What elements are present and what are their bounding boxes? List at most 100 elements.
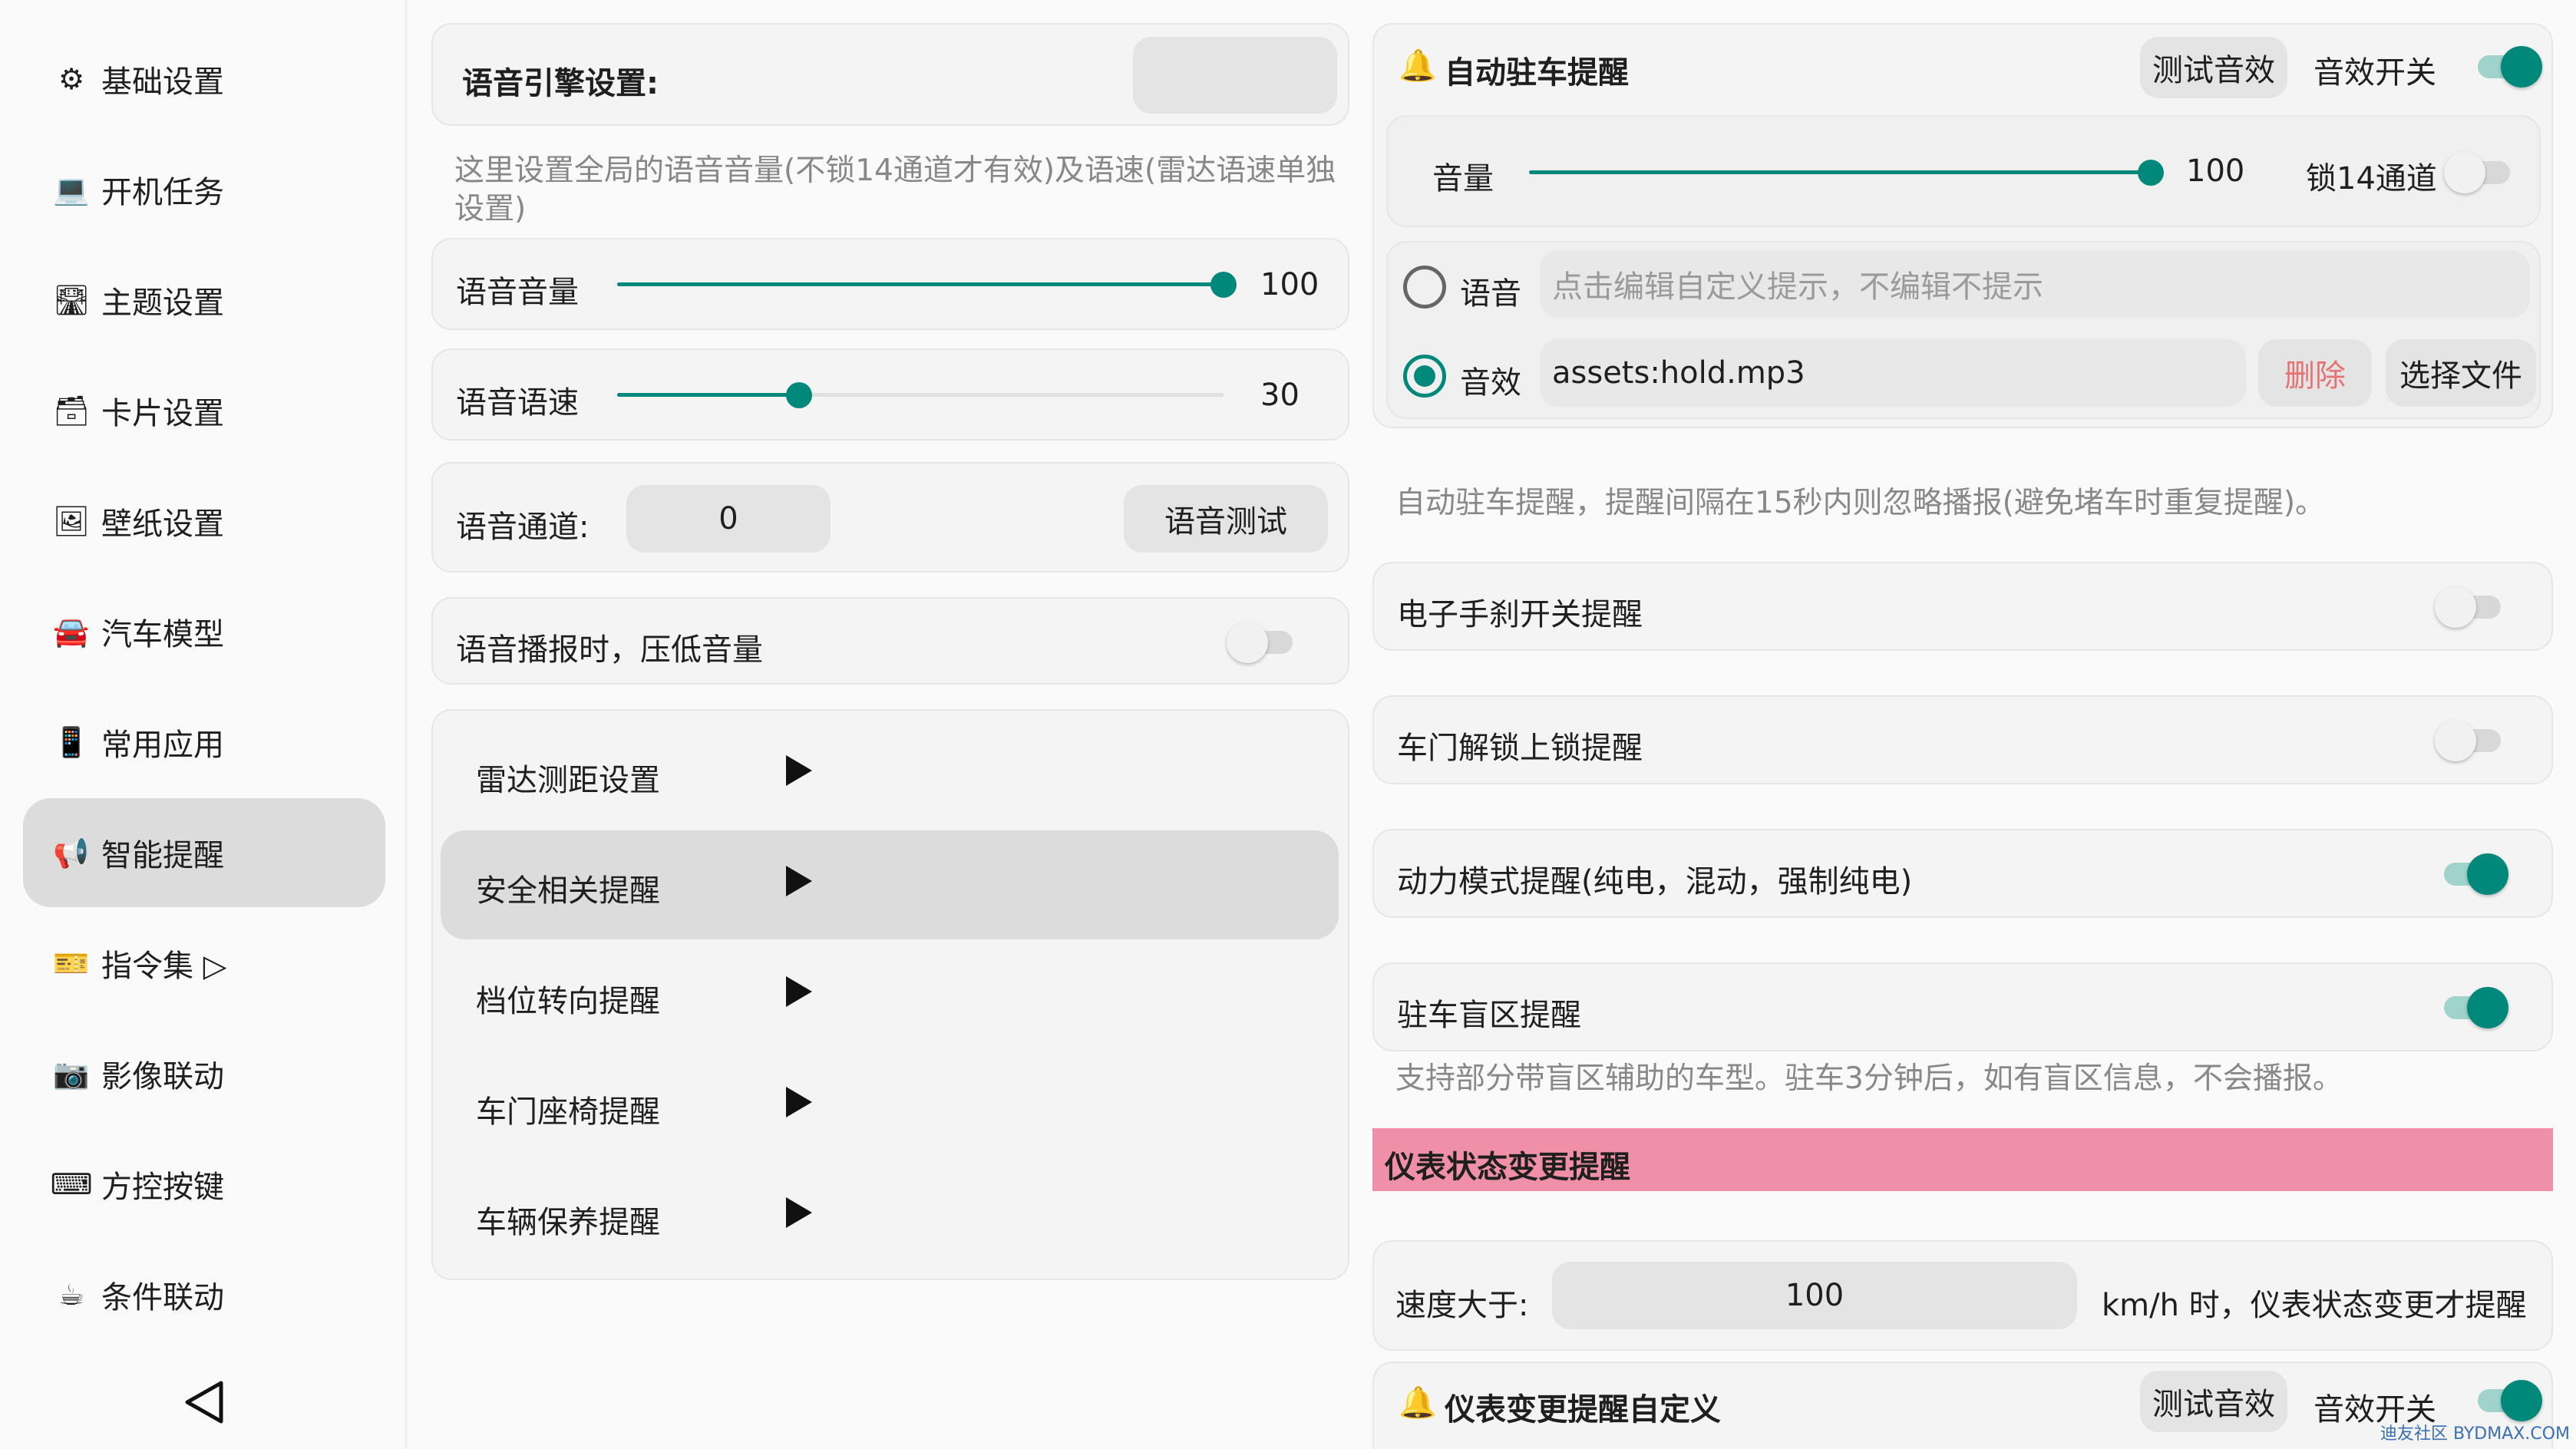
voice-volume-slider-thumb[interactable] (1210, 272, 1237, 298)
sidebar-item-conditions[interactable]: ☕ 条件联动 (23, 1240, 385, 1349)
dashboard-speed-label: 速度大于: (1395, 1288, 1529, 1323)
voice-volume-label: 语音音量 (456, 275, 579, 310)
play-arrow-icon (786, 755, 812, 786)
voice-channel-input[interactable]: 0 (626, 485, 831, 553)
ticket-icon: 🎫 (53, 946, 90, 980)
option-row: 驻车盲区提醒 (1372, 962, 2553, 1051)
voice-channel-card: 语音通道: 0 语音测试 (431, 462, 1349, 573)
dashboard-speed-suffix: km/h 时，仪表状态变更才提醒 (2102, 1288, 2527, 1323)
menu-item-label: 档位转向提醒 (476, 984, 660, 1019)
sound-file-field[interactable]: assets:hold.mp3 (1540, 339, 2246, 407)
voice-engine-card: 语音引擎设置: (431, 23, 1349, 126)
sidebar-item-label: 汽车模型 (101, 617, 224, 652)
epb-reminder-toggle[interactable] (2435, 583, 2508, 629)
voice-engine-label: 语音引擎设置: (462, 66, 659, 101)
play-arrow-icon (786, 1087, 812, 1117)
voice-duck-card: 语音播报时，压低音量 (431, 597, 1349, 685)
car-icon: 🚘 (53, 614, 90, 649)
watermark: 迪友社区 BYDMAX.COM (2379, 1424, 2570, 1444)
voice-radio[interactable] (1403, 266, 1446, 309)
voice-prompt-input[interactable]: 点击编辑自定义提示，不编辑不提示 (1540, 250, 2530, 318)
dashboard-section-title: 仪表状态变更提醒 (1385, 1150, 1630, 1185)
choose-file-button[interactable]: 选择文件 (2386, 339, 2536, 407)
dashboard-sound-switch-toggle[interactable] (2469, 1377, 2542, 1423)
play-arrow-icon (786, 976, 812, 1007)
sidebar-item-label: 方控按键 (101, 1170, 224, 1205)
dashboard-speed-card: 速度大于: 100 km/h 时，仪表状态变更才提醒 (1372, 1240, 2553, 1351)
menu-item-label: 车门座椅提醒 (476, 1094, 660, 1130)
laptop-icon: 💻 (53, 172, 90, 206)
menu-item-label: 雷达测距设置 (476, 763, 660, 798)
lock14-toggle[interactable] (2444, 149, 2518, 195)
camera-icon: 📷 (53, 1056, 90, 1091)
sound-radio[interactable] (1403, 355, 1446, 398)
sound-switch-label: 音效开关 (2313, 55, 2436, 91)
parking-volume-value: 100 (2186, 153, 2245, 189)
sidebar-item-camera[interactable]: 📷 影像联动 (23, 1019, 385, 1128)
door-lock-reminder-toggle[interactable] (2435, 717, 2508, 763)
phone-icon: 📱 (53, 724, 90, 759)
voice-duck-label: 语音播报时，压低音量 (456, 632, 763, 668)
sidebar-item-card[interactable]: 🗃 卡片设置 (23, 356, 385, 465)
delete-button[interactable]: 删除 (2258, 339, 2372, 407)
sidebar-item-steering-keys[interactable]: ⌨ 方控按键 (23, 1130, 385, 1239)
dashboard-speed-input[interactable]: 100 (1552, 1262, 2077, 1329)
sound-switch-toggle[interactable] (2469, 43, 2542, 89)
menu-item-gear[interactable]: 档位转向提醒 (441, 941, 1339, 1050)
sidebar-item-label: 条件联动 (101, 1280, 224, 1315)
sidebar-item-startup[interactable]: 💻 开机任务 (23, 135, 385, 244)
menu-item-radar[interactable]: 雷达测距设置 (441, 720, 1339, 829)
voice-speed-slider-fill (617, 393, 799, 397)
card-box-icon: 🗃 (52, 393, 91, 427)
voice-volume-slider-fill (617, 282, 1224, 286)
option-row: 电子手刹开关提醒 (1372, 562, 2553, 651)
play-arrow-icon (786, 1197, 812, 1228)
option-label: 车门解锁上锁提醒 (1397, 731, 1643, 766)
sidebar-item-label: 常用应用 (101, 728, 224, 763)
sidebar-item-smart-reminder[interactable]: 📢 智能提醒 (23, 798, 385, 907)
bell-icon: 🔔 (1399, 1385, 1437, 1421)
menu-item-maintenance[interactable]: 车辆保养提醒 (441, 1162, 1339, 1271)
parking-volume-card: 音量 100 锁14通道 (1386, 115, 2541, 227)
play-arrow-icon (786, 866, 812, 896)
option-label: 电子手刹开关提醒 (1397, 597, 1643, 632)
sound-radio-label: 音效 (1460, 365, 1521, 401)
back-triangle-icon[interactable] (178, 1375, 232, 1429)
auto-parking-card: 🔔 自动驻车提醒 测试音效 音效开关 音量 100 锁14通道 语音 点击编辑自… (1372, 23, 2553, 428)
parking-volume-slider-fill (1529, 170, 2151, 174)
dashboard-test-sound-button[interactable]: 测试音效 (2140, 1371, 2287, 1432)
parking-volume-slider-thumb[interactable] (2138, 160, 2164, 186)
option-label: 驻车盲区提醒 (1397, 998, 1581, 1033)
sidebar-item-label: 智能提醒 (101, 838, 224, 873)
voice-volume-value: 100 (1260, 267, 1319, 302)
sidebar-item-label: 基础设置 (101, 64, 224, 100)
sidebar-item-theme[interactable]: 🛣 主题设置 (23, 246, 385, 355)
voice-channel-label: 语音通道: (456, 510, 590, 545)
power-mode-reminder-toggle[interactable] (2435, 850, 2508, 896)
menu-item-safety[interactable]: 安全相关提醒 (441, 830, 1339, 939)
menu-item-label: 安全相关提醒 (476, 873, 660, 909)
sidebar-item-label: 指令集 ▷ (101, 949, 227, 984)
bell-icon: 🔔 (1399, 48, 1437, 84)
voice-test-button[interactable]: 语音测试 (1124, 485, 1328, 553)
test-sound-button[interactable]: 测试音效 (2140, 37, 2287, 98)
picture-icon: 🖼 (52, 503, 91, 538)
blind-spot-desc: 支持部分带盲区辅助的车型。驻车3分钟后，如有盲区信息，不会播报。 (1395, 1061, 2343, 1096)
blind-spot-reminder-toggle[interactable] (2435, 984, 2508, 1030)
voice-engine-select[interactable] (1133, 37, 1337, 114)
sidebar-item-label: 主题设置 (101, 286, 224, 321)
coffee-icon: ☕ (58, 1278, 85, 1312)
sidebar-item-wallpaper[interactable]: 🖼 壁纸设置 (23, 467, 385, 576)
sidebar-item-commands[interactable]: 🎫 指令集 ▷ (23, 909, 385, 1018)
sidebar-item-basic[interactable]: ⚙ 基础设置 (23, 25, 385, 134)
voice-speed-slider-thumb[interactable] (786, 382, 812, 408)
sidebar: ⚙ 基础设置 💻 开机任务 🛣 主题设置 🗃 卡片设置 🖼 壁纸设置 🚘 汽车模… (0, 0, 407, 1449)
auto-parking-title: 自动驻车提醒 (1445, 55, 1629, 91)
sidebar-item-apps[interactable]: 📱 常用应用 (23, 688, 385, 797)
menu-item-door-seat[interactable]: 车门座椅提醒 (441, 1051, 1339, 1160)
voice-duck-toggle[interactable] (1227, 619, 1300, 665)
sidebar-item-car-model[interactable]: 🚘 汽车模型 (23, 577, 385, 686)
megaphone-icon: 📢 (53, 835, 90, 870)
parking-prompt-card: 语音 点击编辑自定义提示，不编辑不提示 音效 assets:hold.mp3 删… (1386, 241, 2541, 419)
voice-desc: 这里设置全局的语音音量(不锁14通道才有效)及语速(雷达语速单独设置) (454, 153, 1336, 226)
